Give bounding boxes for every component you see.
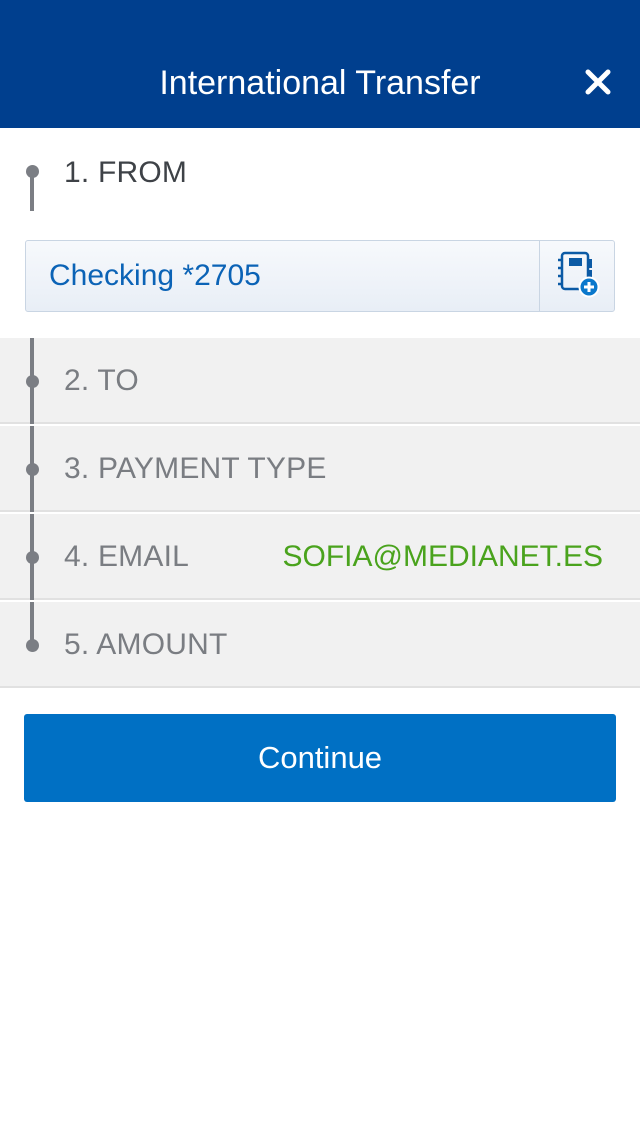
step-to-label: 2. TO xyxy=(64,364,139,397)
step-amount-label: 5. AMOUNT xyxy=(64,628,228,661)
step-payment-type-label: 3. PAYMENT TYPE xyxy=(64,452,327,485)
step-email-label: 4. EMAIL xyxy=(64,540,189,573)
continue-button[interactable]: Continue xyxy=(24,714,616,802)
timeline-dot xyxy=(26,463,39,476)
timeline-line xyxy=(30,173,34,211)
address-book-button[interactable] xyxy=(540,241,615,311)
step-to[interactable]: 2. TO xyxy=(0,338,640,424)
page-title: International Transfer xyxy=(159,64,481,102)
step-email-value: SOFIA@MEDIANET.ES xyxy=(282,540,603,573)
step-payment-type[interactable]: 3. PAYMENT TYPE xyxy=(0,426,640,512)
step-from-label: 1. FROM xyxy=(64,156,188,189)
header-bar: International Transfer xyxy=(0,0,640,128)
step-amount[interactable]: 5. AMOUNT xyxy=(0,602,640,688)
close-icon xyxy=(584,68,612,101)
timeline-line xyxy=(30,602,34,644)
timeline-dot xyxy=(26,375,39,388)
address-book-add-icon xyxy=(555,250,601,303)
close-button[interactable] xyxy=(572,60,624,108)
from-account-select[interactable]: Checking *2705 xyxy=(25,240,615,312)
step-from: 1. FROM Checking *2705 xyxy=(0,128,640,338)
step-email[interactable]: 4. EMAIL SOFIA@MEDIANET.ES xyxy=(0,514,640,600)
timeline-dot xyxy=(26,639,39,652)
timeline-dot xyxy=(26,551,39,564)
from-account-value: Checking *2705 xyxy=(49,259,261,292)
